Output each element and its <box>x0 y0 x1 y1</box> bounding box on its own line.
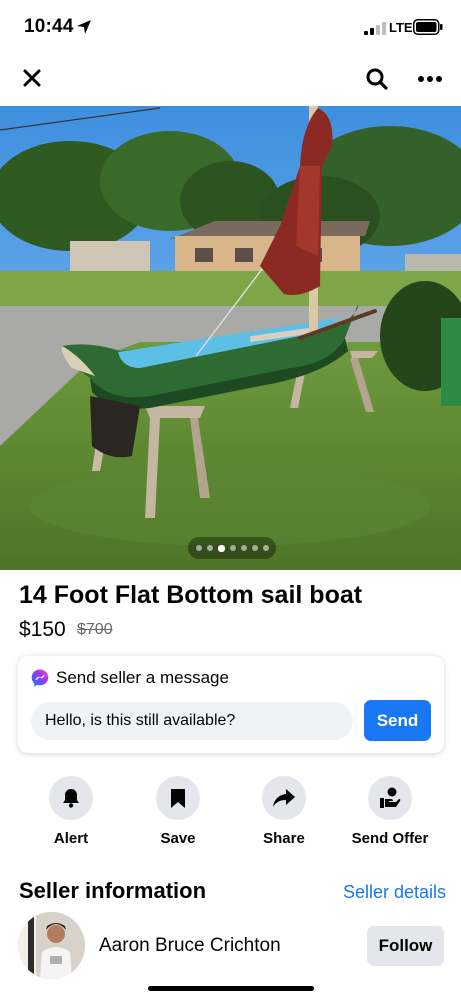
more-icon <box>418 76 442 82</box>
seller-details-link[interactable]: Seller details <box>343 882 446 903</box>
alert-button[interactable] <box>49 776 93 820</box>
bookmark-icon <box>171 789 185 808</box>
signal-icon <box>364 22 386 35</box>
marketplace-listing-page: 10:44 LTE 14 Foot Flat Bottom sail boat … <box>0 0 461 1000</box>
nav-bar <box>0 56 461 106</box>
alert-label: Alert <box>53 830 89 847</box>
offer-hand-icon <box>380 787 401 808</box>
close-icon <box>23 69 41 87</box>
listing-title: 14 Foot Flat Bottom sail boat <box>19 581 363 609</box>
pagination-dot[interactable] <box>206 545 213 551</box>
alert-action[interactable]: Alert <box>16 776 126 847</box>
save-action[interactable]: Save <box>123 776 233 847</box>
original-price: $700 <box>77 621 113 638</box>
save-label: Save <box>160 830 196 847</box>
pagination-dot[interactable] <box>251 545 258 551</box>
message-seller-card: Send seller a message Send <box>18 656 444 753</box>
seller-info-heading: Seller information <box>19 878 207 903</box>
status-bar: 10:44 LTE <box>0 0 461 56</box>
pagination-dot[interactable] <box>240 545 247 551</box>
messenger-icon <box>31 669 49 687</box>
pagination-dot[interactable] <box>195 545 202 551</box>
boat-photo-illustration <box>0 106 461 570</box>
seller-avatar[interactable] <box>18 912 85 979</box>
bell-icon <box>63 789 79 808</box>
home-indicator <box>148 986 314 991</box>
pagination-dot[interactable] <box>262 545 269 551</box>
listing-price: $150 <box>19 618 66 641</box>
photo-pagination[interactable] <box>188 537 276 559</box>
follow-button[interactable]: Follow <box>367 926 444 966</box>
send-offer-button[interactable] <box>368 776 412 820</box>
battery-icon <box>413 19 443 35</box>
pagination-dot[interactable] <box>229 545 236 551</box>
seller-name[interactable]: Aaron Bruce Crichton <box>99 935 281 957</box>
share-label: Share <box>263 830 305 847</box>
network-label: LTE <box>389 20 413 35</box>
share-button[interactable] <box>262 776 306 820</box>
pagination-dot-active[interactable] <box>217 544 225 552</box>
message-input[interactable] <box>31 702 353 740</box>
close-button[interactable] <box>18 64 46 92</box>
search-icon <box>366 68 388 90</box>
listing-photo[interactable] <box>0 106 461 570</box>
location-arrow-icon <box>77 20 91 34</box>
save-button[interactable] <box>156 776 200 820</box>
send-offer-action[interactable]: Send Offer <box>335 776 445 847</box>
share-arrow-icon <box>273 789 295 807</box>
search-button[interactable] <box>362 64 392 94</box>
status-time: 10:44 <box>24 16 74 37</box>
more-options-button[interactable] <box>414 64 446 94</box>
avatar-photo <box>18 912 85 979</box>
send-offer-label: Send Offer <box>351 830 429 847</box>
message-header: Send seller a message <box>56 668 229 687</box>
send-button[interactable]: Send <box>364 700 431 741</box>
share-action[interactable]: Share <box>229 776 339 847</box>
